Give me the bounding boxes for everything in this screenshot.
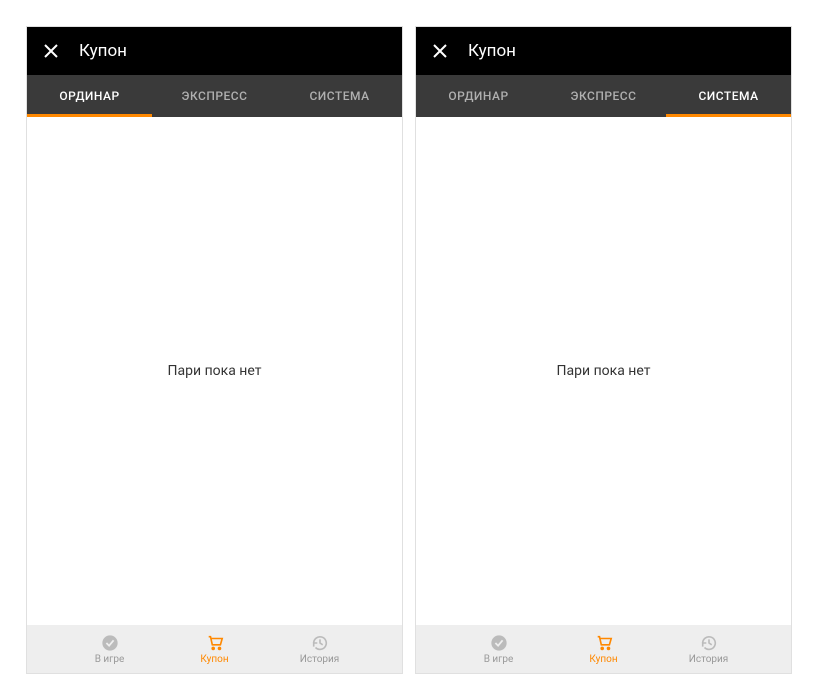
phone-left: Купон ОРДИНАР ЭКСПРЕСС СИСТЕМА Пари пока… bbox=[26, 26, 403, 674]
history-icon bbox=[699, 633, 719, 653]
empty-state-text: Пари пока нет bbox=[557, 363, 651, 379]
phone-right: Купон ОРДИНАР ЭКСПРЕСС СИСТЕМА Пари пока… bbox=[415, 26, 792, 674]
tab-label: СИСТЕМА bbox=[698, 89, 758, 103]
bet-type-tabs: ОРДИНАР ЭКСПРЕСС СИСТЕМА bbox=[416, 75, 791, 117]
page-title: Купон bbox=[79, 41, 127, 61]
page-title: Купон bbox=[468, 41, 516, 61]
bottom-nav: В игре Купон История bbox=[27, 625, 402, 673]
tab-system[interactable]: СИСТЕМА bbox=[277, 75, 402, 117]
tab-label: ЭКСПРЕСС bbox=[571, 89, 637, 103]
empty-state-text: Пари пока нет bbox=[168, 363, 262, 379]
header: Купон bbox=[416, 27, 791, 75]
nav-label: История bbox=[300, 654, 340, 665]
bet-type-tabs: ОРДИНАР ЭКСПРЕСС СИСТЕМА bbox=[27, 75, 402, 117]
bottom-nav: В игре Купон История bbox=[416, 625, 791, 673]
history-icon bbox=[310, 633, 330, 653]
cart-icon bbox=[594, 633, 614, 653]
check-circle-icon bbox=[100, 633, 120, 653]
tab-system[interactable]: СИСТЕМА bbox=[666, 75, 791, 117]
tab-express[interactable]: ЭКСПРЕСС bbox=[152, 75, 277, 117]
tab-label: СИСТЕМА bbox=[309, 89, 369, 103]
nav-label: В игре bbox=[484, 654, 514, 665]
nav-label: Купон bbox=[589, 654, 617, 665]
content-area: Пари пока нет bbox=[27, 117, 402, 625]
nav-history[interactable]: История bbox=[669, 633, 749, 665]
tab-label: ОРДИНАР bbox=[59, 89, 119, 103]
close-icon[interactable] bbox=[41, 41, 61, 61]
nav-coupon[interactable]: Купон bbox=[175, 633, 255, 665]
nav-label: История bbox=[689, 654, 729, 665]
nav-in-game[interactable]: В игре bbox=[70, 633, 150, 665]
nav-in-game[interactable]: В игре bbox=[459, 633, 539, 665]
nav-label: Купон bbox=[200, 654, 228, 665]
nav-label: В игре bbox=[95, 654, 125, 665]
nav-coupon[interactable]: Купон bbox=[564, 633, 644, 665]
tab-express[interactable]: ЭКСПРЕСС bbox=[541, 75, 666, 117]
nav-history[interactable]: История bbox=[280, 633, 360, 665]
close-icon[interactable] bbox=[430, 41, 450, 61]
tab-label: ОРДИНАР bbox=[448, 89, 508, 103]
header: Купон bbox=[27, 27, 402, 75]
content-area: Пари пока нет bbox=[416, 117, 791, 625]
tab-ordinar[interactable]: ОРДИНАР bbox=[27, 75, 152, 117]
tab-label: ЭКСПРЕСС bbox=[182, 89, 248, 103]
cart-icon bbox=[205, 633, 225, 653]
check-circle-icon bbox=[489, 633, 509, 653]
tab-ordinar[interactable]: ОРДИНАР bbox=[416, 75, 541, 117]
